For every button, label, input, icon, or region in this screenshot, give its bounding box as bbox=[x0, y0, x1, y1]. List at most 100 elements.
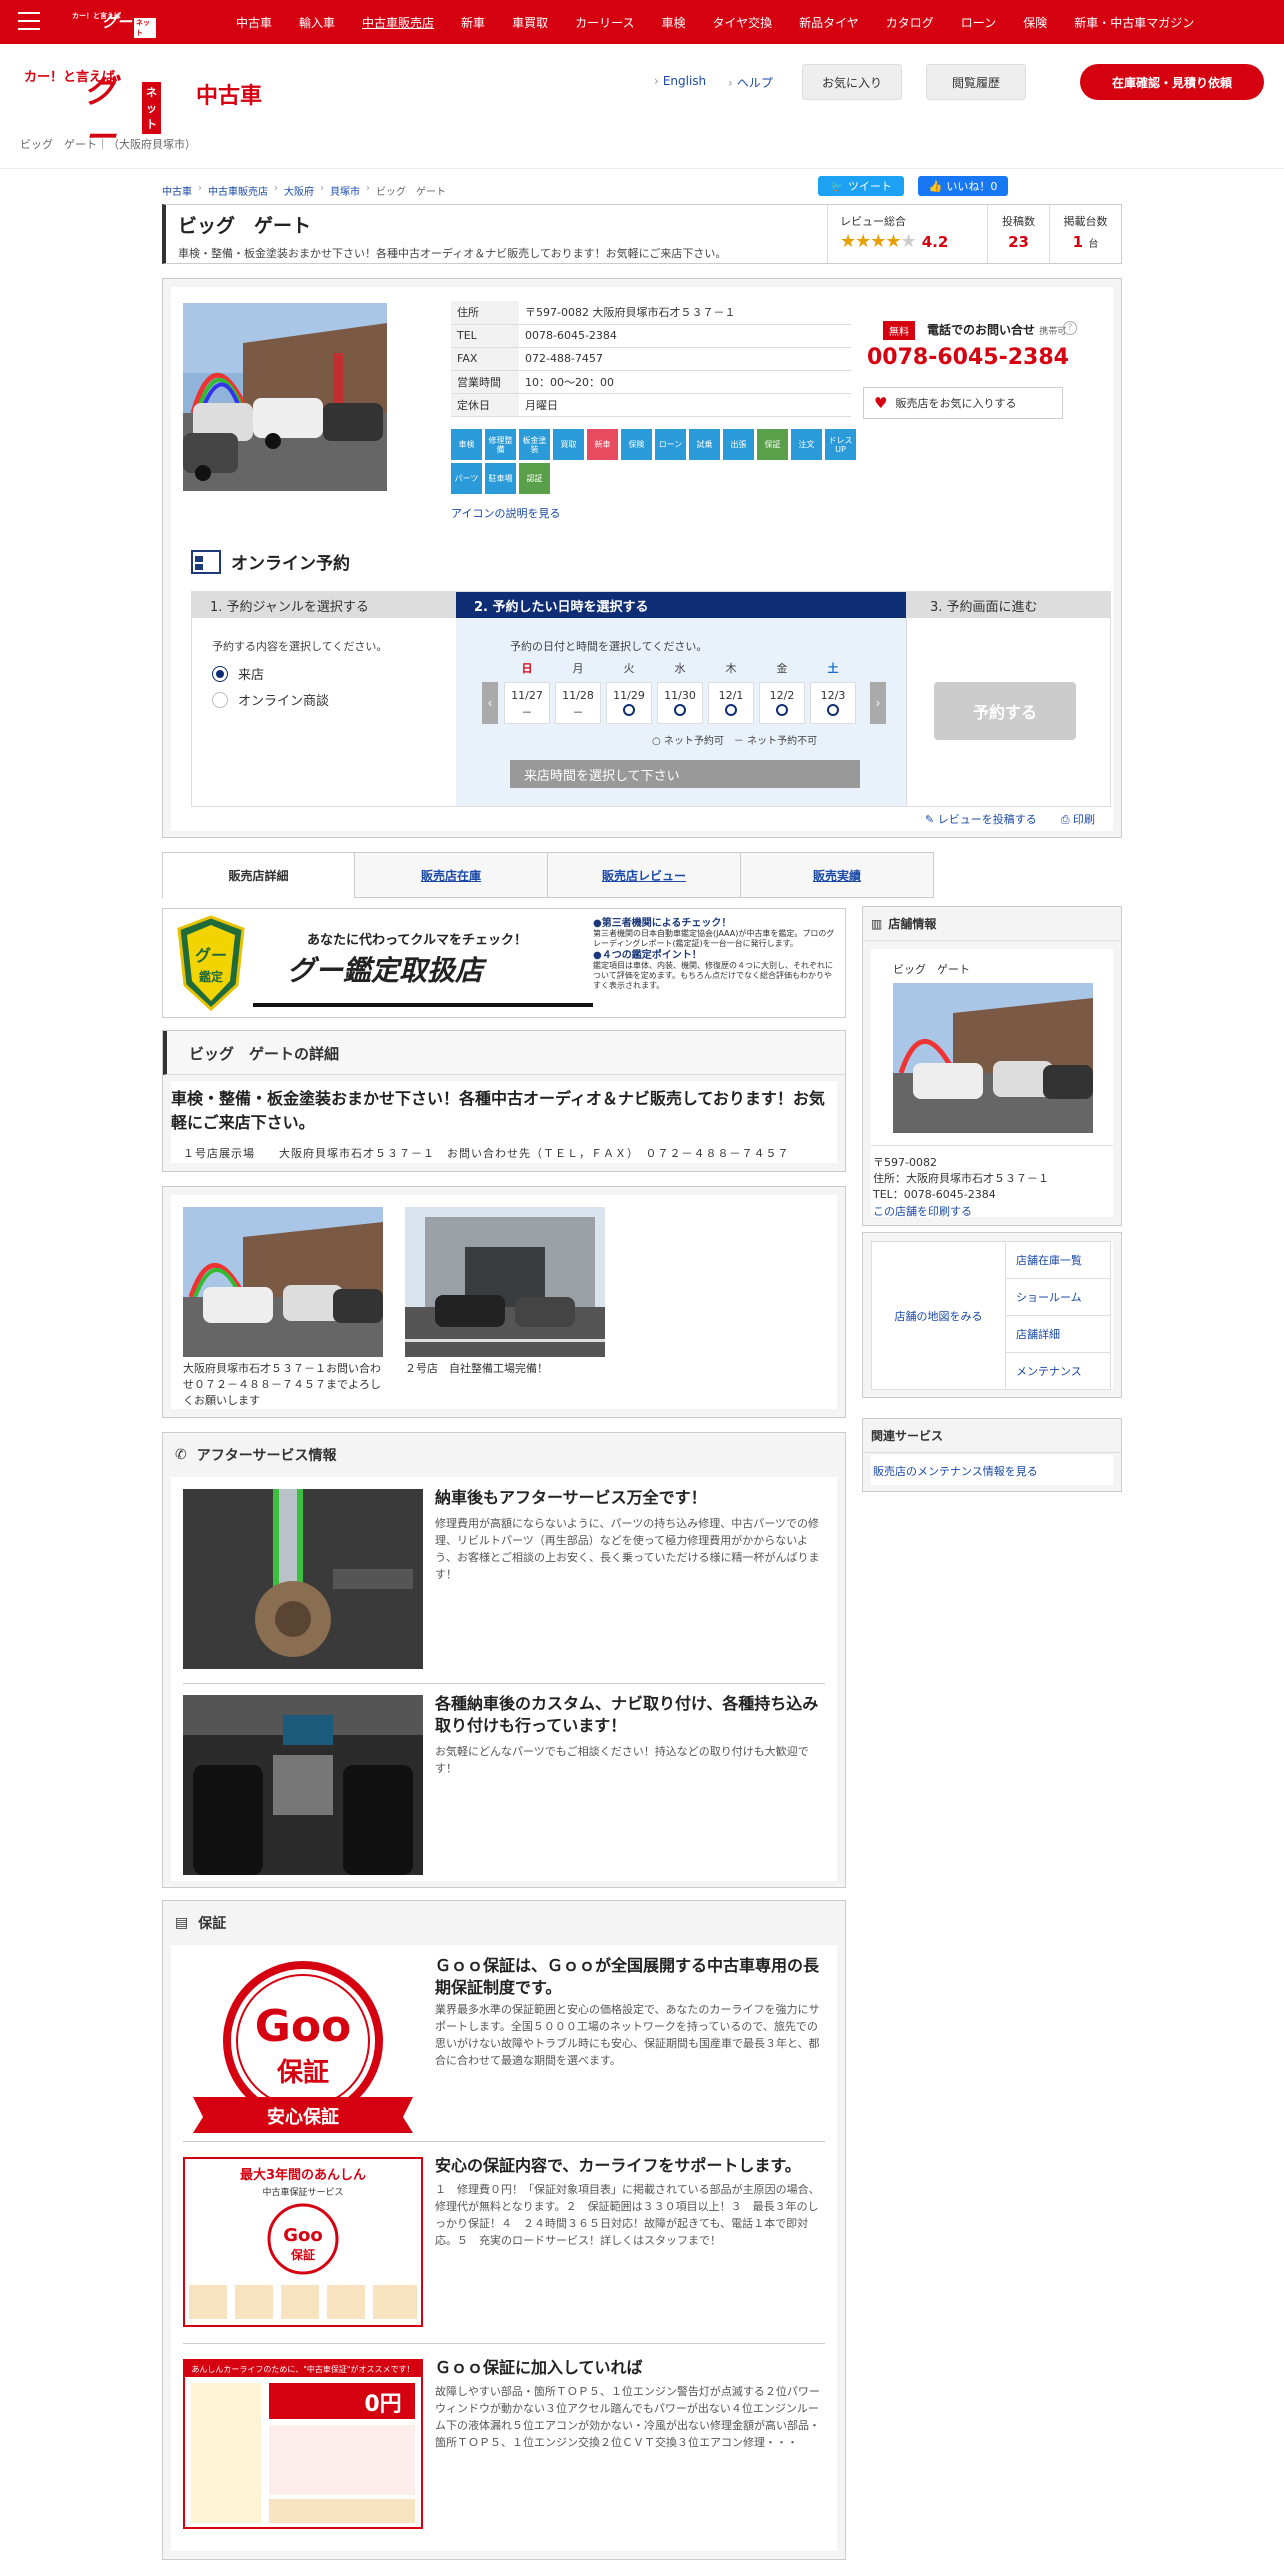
step1-panel: 予約する内容を選択してください。 来店 オンライン商談 bbox=[192, 618, 456, 806]
warranty-divider-1 bbox=[183, 2141, 825, 2142]
store-stock-link[interactable]: 店舗在庫一覧 bbox=[1016, 1254, 1082, 1267]
tweet-button[interactable]: 🐦 ツイート bbox=[818, 176, 904, 196]
service-icon-11: ドレスUP bbox=[825, 429, 856, 460]
after-service-divider bbox=[183, 1683, 825, 1684]
listed-count: 掲載台数 1 台 bbox=[1049, 205, 1121, 263]
radio-visit[interactable]: 来店 bbox=[212, 664, 264, 683]
nav-magazine[interactable]: 新車・中古車マガジン bbox=[1074, 14, 1194, 31]
nav-loan[interactable]: ローン bbox=[961, 14, 996, 31]
shop-hours: 10：00～20：00 bbox=[519, 370, 851, 394]
calendar-day-date: 11/28 bbox=[562, 689, 594, 702]
svg-text:中古車保証サービス: 中古車保証サービス bbox=[262, 2186, 343, 2198]
radio-online-dot[interactable] bbox=[212, 691, 228, 708]
post-review-link[interactable]: レビューを投稿する bbox=[925, 811, 1037, 827]
showroom-link[interactable]: ショールーム bbox=[1016, 1291, 1082, 1304]
nav-insurance[interactable]: 保険 bbox=[1023, 14, 1047, 31]
sidebar-store-photo[interactable] bbox=[893, 983, 1093, 1133]
calendar-day-4[interactable]: 12/1 bbox=[708, 682, 754, 724]
help-question-icon[interactable]: ? bbox=[1063, 321, 1077, 335]
appraisal-badge-icon: グー 鑑定 bbox=[177, 915, 245, 1011]
gallery-photo-2[interactable] bbox=[405, 1207, 605, 1357]
step2-panel: 予約の日付と時間を選択してください。 ‹ 日 月 火 水 木 金 土 11/27 － 11/28 －… bbox=[456, 618, 906, 806]
nav-car-buying[interactable]: 車買取 bbox=[512, 14, 548, 31]
history-button[interactable]: 閲覧履歴 bbox=[926, 64, 1026, 100]
hamburger-menu-icon[interactable] bbox=[18, 12, 40, 30]
breadcrumb-used-cars[interactable]: 中古車 bbox=[162, 183, 192, 198]
gallery-photo-1[interactable] bbox=[183, 1207, 383, 1357]
facebook-like-button[interactable]: 👍 いいね！0 bbox=[918, 176, 1008, 196]
svg-text:あんしんカーライフのために、"中古車保証"がオススメです！: あんしんカーライフのために、"中古車保証"がオススメです！ bbox=[191, 2364, 414, 2374]
service-icon-5: 保険 bbox=[621, 429, 652, 460]
breadcrumb-osaka[interactable]: 大阪府 bbox=[284, 183, 314, 198]
dow-label-3: 水 bbox=[674, 662, 686, 675]
shop-main-photo[interactable] bbox=[183, 303, 387, 491]
help-link[interactable]: ヘルプ bbox=[728, 74, 773, 91]
step1-header: 1. 予約ジャンルを選択する bbox=[192, 592, 456, 618]
free-badge: 無料 bbox=[883, 321, 915, 340]
nav-new-cars[interactable]: 新車 bbox=[461, 14, 485, 31]
sidebar-links: 店舗の地図をみる 店舗在庫一覧 ショールーム 店舗詳細 メンテナンス bbox=[862, 1232, 1122, 1398]
maintenance-info-link[interactable]: 販売店のメンテナンス情報を見る bbox=[873, 1463, 1038, 1479]
service-icon-2: 板金塗装 bbox=[519, 429, 550, 460]
warranty-item1-text: 業界最多水準の保証範囲と安心の価格設定で、あなたのカーライフを強力にサポートしま… bbox=[435, 2003, 820, 2067]
after-service-section: ✆ アフターサービス情報 納車後もアフターサービス万全です！ 修理費用が高額になら… bbox=[162, 1432, 846, 1888]
calendar-day-5[interactable]: 12/2 bbox=[759, 682, 805, 724]
tel-number[interactable]: 0078-6045-2384 bbox=[867, 345, 1069, 370]
calendar-day-2[interactable]: 11/29 bbox=[606, 682, 652, 724]
calendar-day-date: 11/27 bbox=[511, 689, 543, 702]
nav-dealers[interactable]: 中古車販売店 bbox=[362, 14, 434, 31]
step3-panel: 予約する bbox=[906, 618, 1110, 806]
top-goonet-logo[interactable]: カー！と言えば グー ネット bbox=[72, 10, 156, 38]
store-detail-link[interactable]: 店舗詳細 bbox=[1016, 1328, 1060, 1341]
calendar-day-date: 11/30 bbox=[664, 689, 696, 702]
tab-shop-detail[interactable]: 販売店詳細 bbox=[162, 852, 355, 898]
nav-inspection[interactable]: 車検 bbox=[661, 14, 685, 31]
stock-estimate-button[interactable]: 在庫確認・見積り依頼 bbox=[1080, 64, 1264, 100]
gallery-caption-1: 大阪府貝塚市石才５３７－１お問い合わせ０７２－４８８－７４５７までよろしくお願い… bbox=[183, 1362, 381, 1407]
tab-sales-record[interactable]: 販売実績 bbox=[741, 852, 934, 898]
service-icon-7: 試乗 bbox=[689, 429, 720, 460]
calendar-day-3[interactable]: 11/30 bbox=[657, 682, 703, 724]
warranty-ad-image-1: 最大3年間のあんしん 中古車保証サービス Goo 保証 bbox=[183, 2157, 423, 2327]
calendar-icon bbox=[191, 549, 221, 574]
favorites-button[interactable]: お気に入り bbox=[802, 64, 902, 100]
tab-shop-review[interactable]: 販売店レビュー bbox=[548, 852, 741, 898]
goo-appraisal-banner[interactable]: グー 鑑定 あなたに代わってクルマをチェック！ グー鑑定取扱店 ●第三者機関によ… bbox=[162, 908, 846, 1018]
tab-shop-stock[interactable]: 販売店在庫 bbox=[355, 852, 548, 898]
time-select[interactable]: 来店時間を選択して下さい bbox=[510, 760, 860, 788]
calendar-day-mark bbox=[811, 704, 855, 719]
icon-explanation-link[interactable]: アイコンの説明を見る bbox=[451, 505, 560, 521]
next-week-button[interactable]: › bbox=[870, 682, 886, 724]
review-summary[interactable]: レビュー総合 ★★★★★ 4.2 bbox=[827, 205, 987, 263]
sidebar-print-store-link[interactable]: この店舗を印刷する bbox=[873, 1203, 972, 1219]
radio-online[interactable]: オンライン商談 bbox=[212, 690, 329, 709]
nav-new-tires[interactable]: 新品タイヤ bbox=[799, 14, 859, 31]
add-shop-favorite-button[interactable]: ♥ 販売店をお気に入りする bbox=[863, 387, 1063, 419]
english-link[interactable]: English bbox=[654, 74, 706, 88]
thumbs-up-icon: 👍 bbox=[928, 179, 943, 193]
calendar-day-6[interactable]: 12/3 bbox=[810, 682, 856, 724]
available-circle-icon bbox=[674, 704, 686, 716]
nav-catalog[interactable]: カタログ bbox=[886, 14, 934, 31]
svg-text:安心保証: 安心保証 bbox=[267, 2106, 339, 2128]
nav-tire-change[interactable]: タイヤ交換 bbox=[713, 14, 773, 31]
warranty-divider-2 bbox=[183, 2343, 825, 2344]
store-map-link[interactable]: 店舗の地図をみる bbox=[895, 1310, 983, 1323]
reserve-button[interactable]: 予約する bbox=[934, 682, 1076, 740]
svg-text:0円: 0円 bbox=[364, 2392, 401, 2417]
nav-used-cars[interactable]: 中古車 bbox=[236, 14, 272, 31]
maintenance-link[interactable]: メンテナンス bbox=[1016, 1365, 1082, 1378]
print-link[interactable]: 印刷 bbox=[1061, 811, 1095, 827]
nav-imported-cars[interactable]: 輸入車 bbox=[299, 14, 335, 31]
breadcrumb-dealers[interactable]: 中古車販売店 bbox=[208, 183, 268, 198]
logo-net: ネット bbox=[142, 82, 161, 134]
breadcrumb-kaizuka[interactable]: 貝塚市 bbox=[330, 183, 360, 198]
prev-week-button[interactable]: ‹ bbox=[482, 682, 498, 724]
online-reservation-title: オンライン予約 bbox=[191, 549, 350, 574]
warranty-section: ▤ 保証 Goo 保証 安心保証 Ｇｏｏ保証は、Ｇｏｏが全国展開する中古車専用の長… bbox=[162, 1900, 846, 2560]
document-icon: ▤ bbox=[175, 1915, 189, 1931]
calendar-day-mark: － bbox=[521, 706, 533, 719]
radio-visit-dot[interactable] bbox=[212, 665, 228, 682]
nav-car-lease[interactable]: カーリース bbox=[575, 14, 634, 31]
shop-gallery: 大阪府貝塚市石才５３７－１お問い合わせ０７２－４８８－７４５７までよろしくお願い… bbox=[162, 1186, 846, 1418]
